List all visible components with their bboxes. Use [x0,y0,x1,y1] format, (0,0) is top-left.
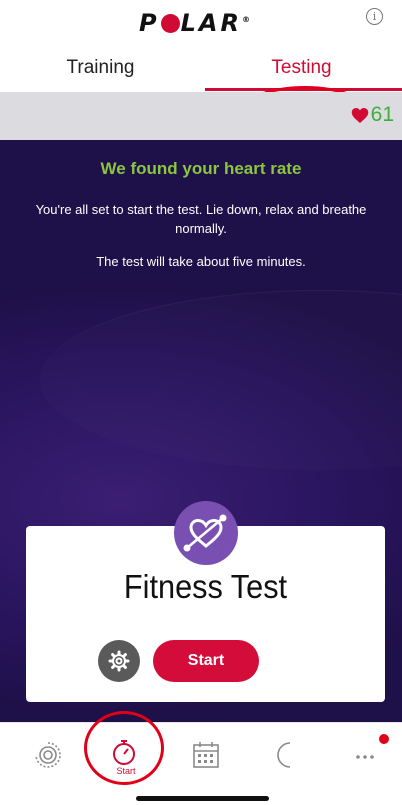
moon-icon [277,742,291,768]
tab-training[interactable]: Training [0,44,201,92]
heart-rate-readout: 61 [351,103,394,127]
gear-icon [108,650,130,672]
heart-rate-bar: 61 [0,92,402,140]
test-duration-note: The test will take about five minutes. [96,254,306,269]
fitness-test-badge [174,501,238,565]
nav-start-label: Start [116,766,136,776]
card-title: Fitness Test [123,568,288,605]
app-header: P LAR® i [0,0,402,44]
activity-icon [35,742,61,768]
start-test-button[interactable]: Start [153,640,259,682]
test-instructions: You're all set to start the test. Lie do… [35,202,367,236]
home-indicator [136,796,269,801]
logo-dot-icon [160,14,180,33]
calendar-icon [193,742,219,768]
heart-icon [351,107,368,123]
heart-arrow-icon [183,514,227,552]
polar-logo: P LAR® [139,9,250,37]
heart-rate-value: 61 [370,103,394,126]
nav-activity[interactable] [28,735,68,775]
info-icon[interactable]: i [366,8,383,25]
background-swoosh [40,290,402,470]
settings-button[interactable] [98,640,140,682]
tab-bar: Training Testing [0,44,402,144]
heart-rate-found-headline: We found your heart rate [100,159,302,178]
test-main-panel: We found your heart rate You're all set … [0,140,402,722]
notification-dot [379,734,389,744]
nav-diary[interactable] [186,735,226,775]
bottom-nav: Start [0,711,402,805]
active-tab-underline [205,88,402,91]
nav-sleep[interactable] [266,735,306,775]
tab-testing[interactable]: Testing [201,44,402,92]
